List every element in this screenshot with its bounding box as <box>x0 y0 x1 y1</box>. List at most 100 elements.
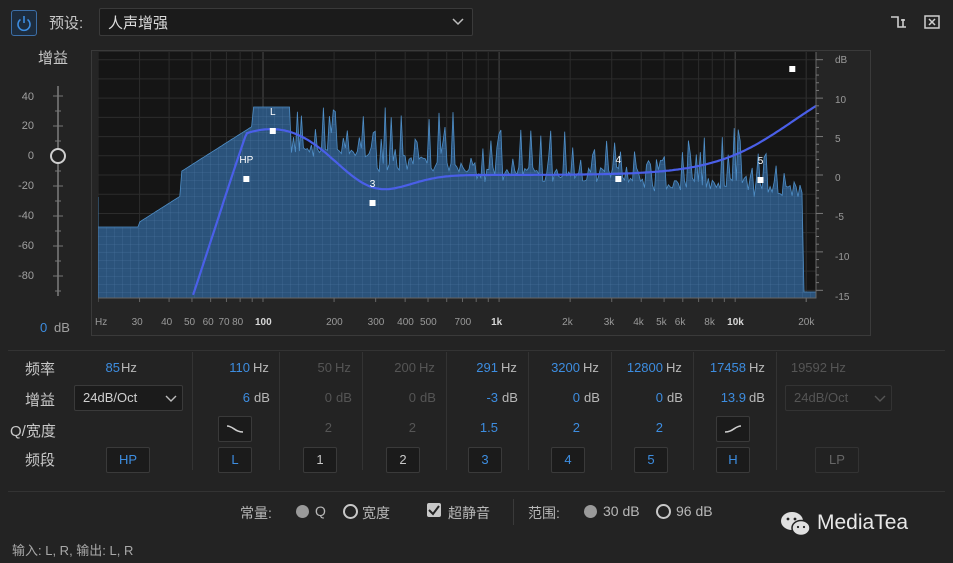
row-label-frequency: 频率 <box>25 361 56 378</box>
frequency-tick-label: 60 <box>202 317 214 328</box>
frequency-tick-label: 70 <box>218 317 230 328</box>
range-30-label: 30 dB <box>603 503 640 519</box>
frequency-tick-marks <box>98 298 807 302</box>
range-30-radio[interactable] <box>584 505 597 518</box>
db-tick-label: 10 <box>835 95 847 106</box>
frequency-tick-label: 30 <box>131 317 143 328</box>
band1-gain-unit: dB <box>336 390 352 405</box>
gain-slider-ticks <box>53 95 63 292</box>
master-gain-unit: dB <box>54 320 70 335</box>
band-marker-label: 3 <box>370 179 376 190</box>
band1-gain-value[interactable]: 0 <box>296 390 332 405</box>
band5-q-value[interactable]: 2 <box>616 420 663 435</box>
chevron-down-icon <box>165 395 177 402</box>
power-button[interactable] <box>11 10 37 36</box>
band-marker-label: L <box>270 107 276 118</box>
row-label-band: 频段 <box>25 452 56 469</box>
master-gain-value[interactable]: 0 <box>40 320 47 335</box>
column-separator <box>611 352 612 470</box>
band-button-hp[interactable]: HP <box>106 447 150 473</box>
frequency-tick-label: 8k <box>704 317 715 328</box>
band3-frequency-unit: Hz <box>501 360 517 375</box>
band3-frequency-value[interactable]: 291 <box>462 360 498 375</box>
band-marker-handle[interactable] <box>243 176 250 182</box>
band-button-4[interactable]: 4 <box>551 447 585 473</box>
h-frequency-value[interactable]: 17458 <box>700 360 746 375</box>
db-tick-label: -5 <box>835 212 844 223</box>
lp-slope-dropdown[interactable]: 24dB/Oct <box>785 385 892 411</box>
band-button-1[interactable]: 1 <box>303 447 337 473</box>
eq-graph[interactable]: HP L 3 4 5 <box>98 52 863 332</box>
band-button-lp[interactable]: LP <box>815 447 859 473</box>
db-tick-label: 5 <box>835 134 841 145</box>
l-gain-value[interactable]: 6 <box>212 390 250 405</box>
constant-q-radio[interactable] <box>296 505 309 518</box>
band-button-h[interactable]: H <box>716 447 750 473</box>
band-marker-label: 4 <box>616 155 622 166</box>
band4-frequency-value[interactable]: 3200 <box>538 360 580 375</box>
band3-q-value[interactable]: 1.5 <box>462 420 498 435</box>
band-marker-handle[interactable] <box>269 128 276 134</box>
constant-width-label: 宽度 <box>362 505 390 521</box>
ultra-quiet-label: 超静音 <box>448 505 490 521</box>
band2-frequency-value[interactable]: 200 <box>380 360 416 375</box>
band2-gain-value[interactable]: 0 <box>380 390 416 405</box>
hp-slope-dropdown[interactable]: 24dB/Oct <box>74 385 183 411</box>
frequency-tick-label: Hz <box>95 317 108 328</box>
band-button-l[interactable]: L <box>218 447 252 473</box>
band4-q-value[interactable]: 2 <box>538 420 580 435</box>
band3-gain-value[interactable]: -3 <box>462 390 498 405</box>
frequency-tick-label: 5k <box>656 317 667 328</box>
frequency-tick-label: 20k <box>798 317 815 328</box>
frequency-tick-label: 6k <box>674 317 686 328</box>
routing-icon[interactable] <box>890 14 908 30</box>
band-marker-handle[interactable] <box>369 200 376 206</box>
column-separator <box>776 352 777 470</box>
frequency-tick-label: 3k <box>603 317 615 328</box>
high-shelf-button[interactable] <box>716 416 750 442</box>
gain-tick: -40 <box>18 210 34 222</box>
gain-tick: 40 <box>21 91 34 103</box>
row-label-q-width: Q/宽度 <box>10 423 56 440</box>
band1-frequency-value[interactable]: 50 <box>296 360 332 375</box>
column-separator <box>192 352 193 470</box>
h-gain-value[interactable]: 13.9 <box>700 390 746 405</box>
low-shelf-button[interactable] <box>218 416 252 442</box>
db-tick-label: -10 <box>835 252 850 263</box>
power-icon <box>17 16 31 32</box>
l-frequency-value[interactable]: 110 <box>212 360 250 375</box>
preset-value: 人声增强 <box>108 15 169 32</box>
db-axis-label: dB <box>835 55 848 66</box>
low-shelf-icon <box>226 425 244 433</box>
band-marker-handle[interactable] <box>615 176 622 182</box>
band5-frequency-value[interactable]: 12800 <box>616 360 663 375</box>
lp-frequency-value[interactable]: 19592 <box>785 360 827 375</box>
band-marker-handle[interactable] <box>789 66 796 72</box>
column-separator <box>528 352 529 470</box>
band-button-2[interactable]: 2 <box>386 447 420 473</box>
range-96-radio[interactable] <box>656 504 671 519</box>
db-tick-label: -15 <box>835 292 850 303</box>
band-button-5[interactable]: 5 <box>634 447 668 473</box>
band5-gain-value[interactable]: 0 <box>616 390 663 405</box>
hp-slope-value: 24dB/Oct <box>83 390 138 405</box>
band4-frequency-unit: Hz <box>583 360 599 375</box>
band4-gain-value[interactable]: 0 <box>538 390 580 405</box>
divider <box>8 491 945 492</box>
frequency-tick-label: 700 <box>454 317 472 328</box>
band-button-3[interactable]: 3 <box>468 447 502 473</box>
brand-name: MediaTea <box>817 511 909 534</box>
band-marker-label: 5 <box>758 156 764 167</box>
band1-q-value[interactable]: 2 <box>296 420 332 435</box>
preset-dropdown[interactable]: 人声增强 <box>99 8 473 36</box>
chevron-down-icon <box>874 395 886 402</box>
band2-q-value[interactable]: 2 <box>380 420 416 435</box>
l-frequency-unit: Hz <box>253 360 269 375</box>
gain-slider-knob[interactable] <box>50 148 66 164</box>
constant-width-radio[interactable] <box>343 504 358 519</box>
hp-frequency-value[interactable]: 85 <box>90 360 120 375</box>
close-icon[interactable] <box>924 14 940 30</box>
band-marker-handle[interactable] <box>757 177 764 183</box>
gain-scale-title: 增益 <box>38 50 69 67</box>
ultra-quiet-checkbox[interactable] <box>427 503 441 517</box>
